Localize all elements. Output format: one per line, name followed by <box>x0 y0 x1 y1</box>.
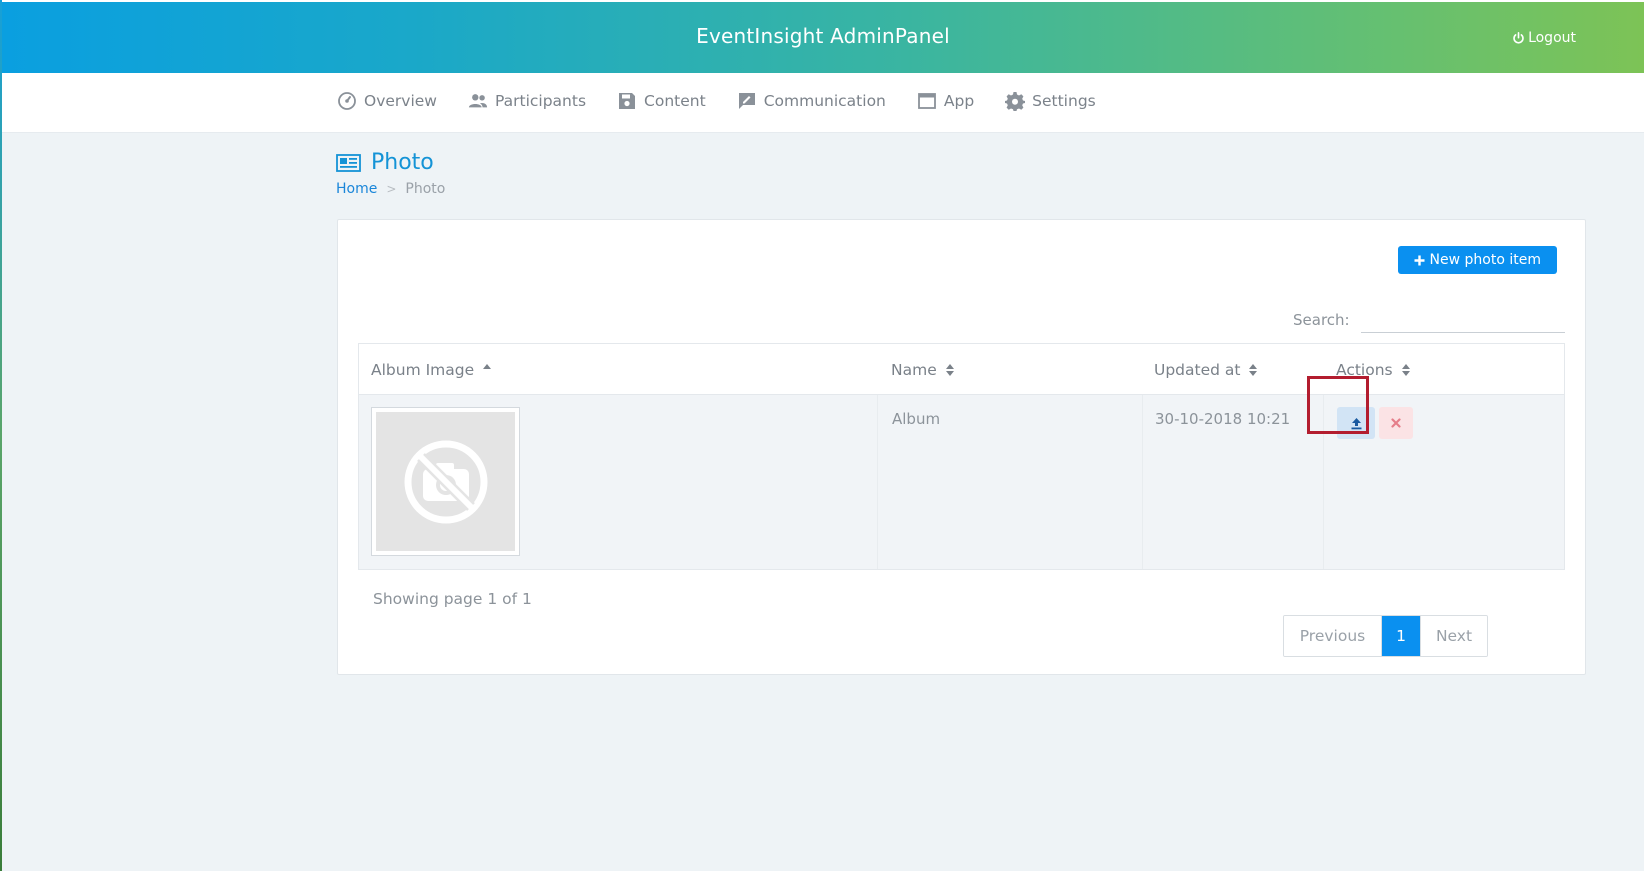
no-photo-icon <box>404 440 487 523</box>
row-updated-at: 30-10-2018 10:21 <box>1155 410 1291 428</box>
nav-label: Participants <box>494 92 587 110</box>
power-icon <box>1513 31 1524 43</box>
breadcrumb-current: Photo <box>405 181 446 197</box>
sort-icon <box>1401 364 1410 376</box>
main-nav: Overview Participants Content Communicat… <box>2 73 1644 133</box>
sort-icon <box>1249 364 1258 376</box>
pagination-previous[interactable]: Previous <box>1284 616 1382 656</box>
nav-item-overview[interactable]: Overview <box>337 91 437 111</box>
window-icon <box>917 93 936 109</box>
table-row: Album 30-10-2018 10:21 <box>359 395 1564 569</box>
photo-list-card: New photo item Search: Album Image Name … <box>337 219 1586 675</box>
column-header-album-image[interactable]: Album Image <box>371 361 492 379</box>
sort-asc-icon <box>483 364 492 369</box>
sort-icon <box>945 364 954 376</box>
nav-label: Content <box>644 92 706 110</box>
row-name: Album <box>892 410 941 428</box>
page-title: Photo <box>336 150 445 175</box>
nav-item-communication[interactable]: Communication <box>737 91 886 111</box>
gear-icon <box>1005 92 1026 111</box>
column-divider <box>1142 395 1143 569</box>
column-header-updated-at[interactable]: Updated at <box>1154 361 1258 379</box>
search-label: Search: <box>1293 311 1350 329</box>
breadcrumb: Home > Photo <box>336 181 445 197</box>
users-icon <box>468 94 488 108</box>
edit-message-icon <box>738 93 755 109</box>
album-image-thumbnail[interactable] <box>371 407 520 556</box>
column-divider <box>1323 395 1324 569</box>
newspaper-icon <box>336 153 361 172</box>
pagination-page-1[interactable]: 1 <box>1382 616 1420 656</box>
delete-button[interactable] <box>1379 407 1413 439</box>
pagination-summary: Showing page 1 of 1 <box>373 590 532 608</box>
nav-item-app[interactable]: App <box>917 91 974 111</box>
column-label: Album Image <box>371 361 475 379</box>
search-input[interactable] <box>1361 306 1565 333</box>
column-label: Updated at <box>1154 361 1241 379</box>
pagination: Previous 1 Next <box>1283 615 1488 657</box>
column-header-name[interactable]: Name <box>891 361 955 379</box>
nav-item-settings[interactable]: Settings <box>1005 91 1096 111</box>
logout-label: Logout <box>1528 30 1576 46</box>
dashboard-icon <box>338 92 356 110</box>
nav-label: Communication <box>763 92 886 110</box>
nav-label: Overview <box>364 92 437 110</box>
nav-label: App <box>943 92 975 110</box>
page-header: Photo Home > Photo <box>336 150 445 197</box>
nav-item-participants[interactable]: Participants <box>468 91 586 111</box>
new-photo-item-label: New photo item <box>1429 252 1541 268</box>
close-icon <box>1391 418 1401 428</box>
pagination-next[interactable]: Next <box>1420 616 1487 656</box>
breadcrumb-home-link[interactable]: Home <box>336 181 377 197</box>
column-header-actions[interactable]: Actions <box>1336 361 1411 379</box>
upload-button[interactable] <box>1337 407 1375 439</box>
page-title-text: Photo <box>371 150 434 175</box>
table-header: Album Image Name Updated at Actions <box>359 344 1564 395</box>
thumbnail-placeholder <box>376 412 515 551</box>
logout-button[interactable]: Logout <box>1512 30 1576 46</box>
save-icon <box>619 93 636 109</box>
app-header: EventInsight AdminPanel Logout <box>2 2 1644 73</box>
chevron-right-icon: > <box>386 182 397 196</box>
nav-label: Settings <box>1032 92 1096 110</box>
plus-icon <box>1414 255 1425 265</box>
upload-icon <box>1351 417 1361 429</box>
column-label: Actions <box>1336 361 1393 379</box>
photo-table: Album Image Name Updated at Actions Albu… <box>358 343 1565 570</box>
app-title: EventInsight AdminPanel <box>696 24 950 48</box>
nav-item-content[interactable]: Content <box>617 91 706 111</box>
new-photo-item-button[interactable]: New photo item <box>1397 246 1557 274</box>
column-label: Name <box>891 361 937 379</box>
column-divider <box>877 395 878 569</box>
